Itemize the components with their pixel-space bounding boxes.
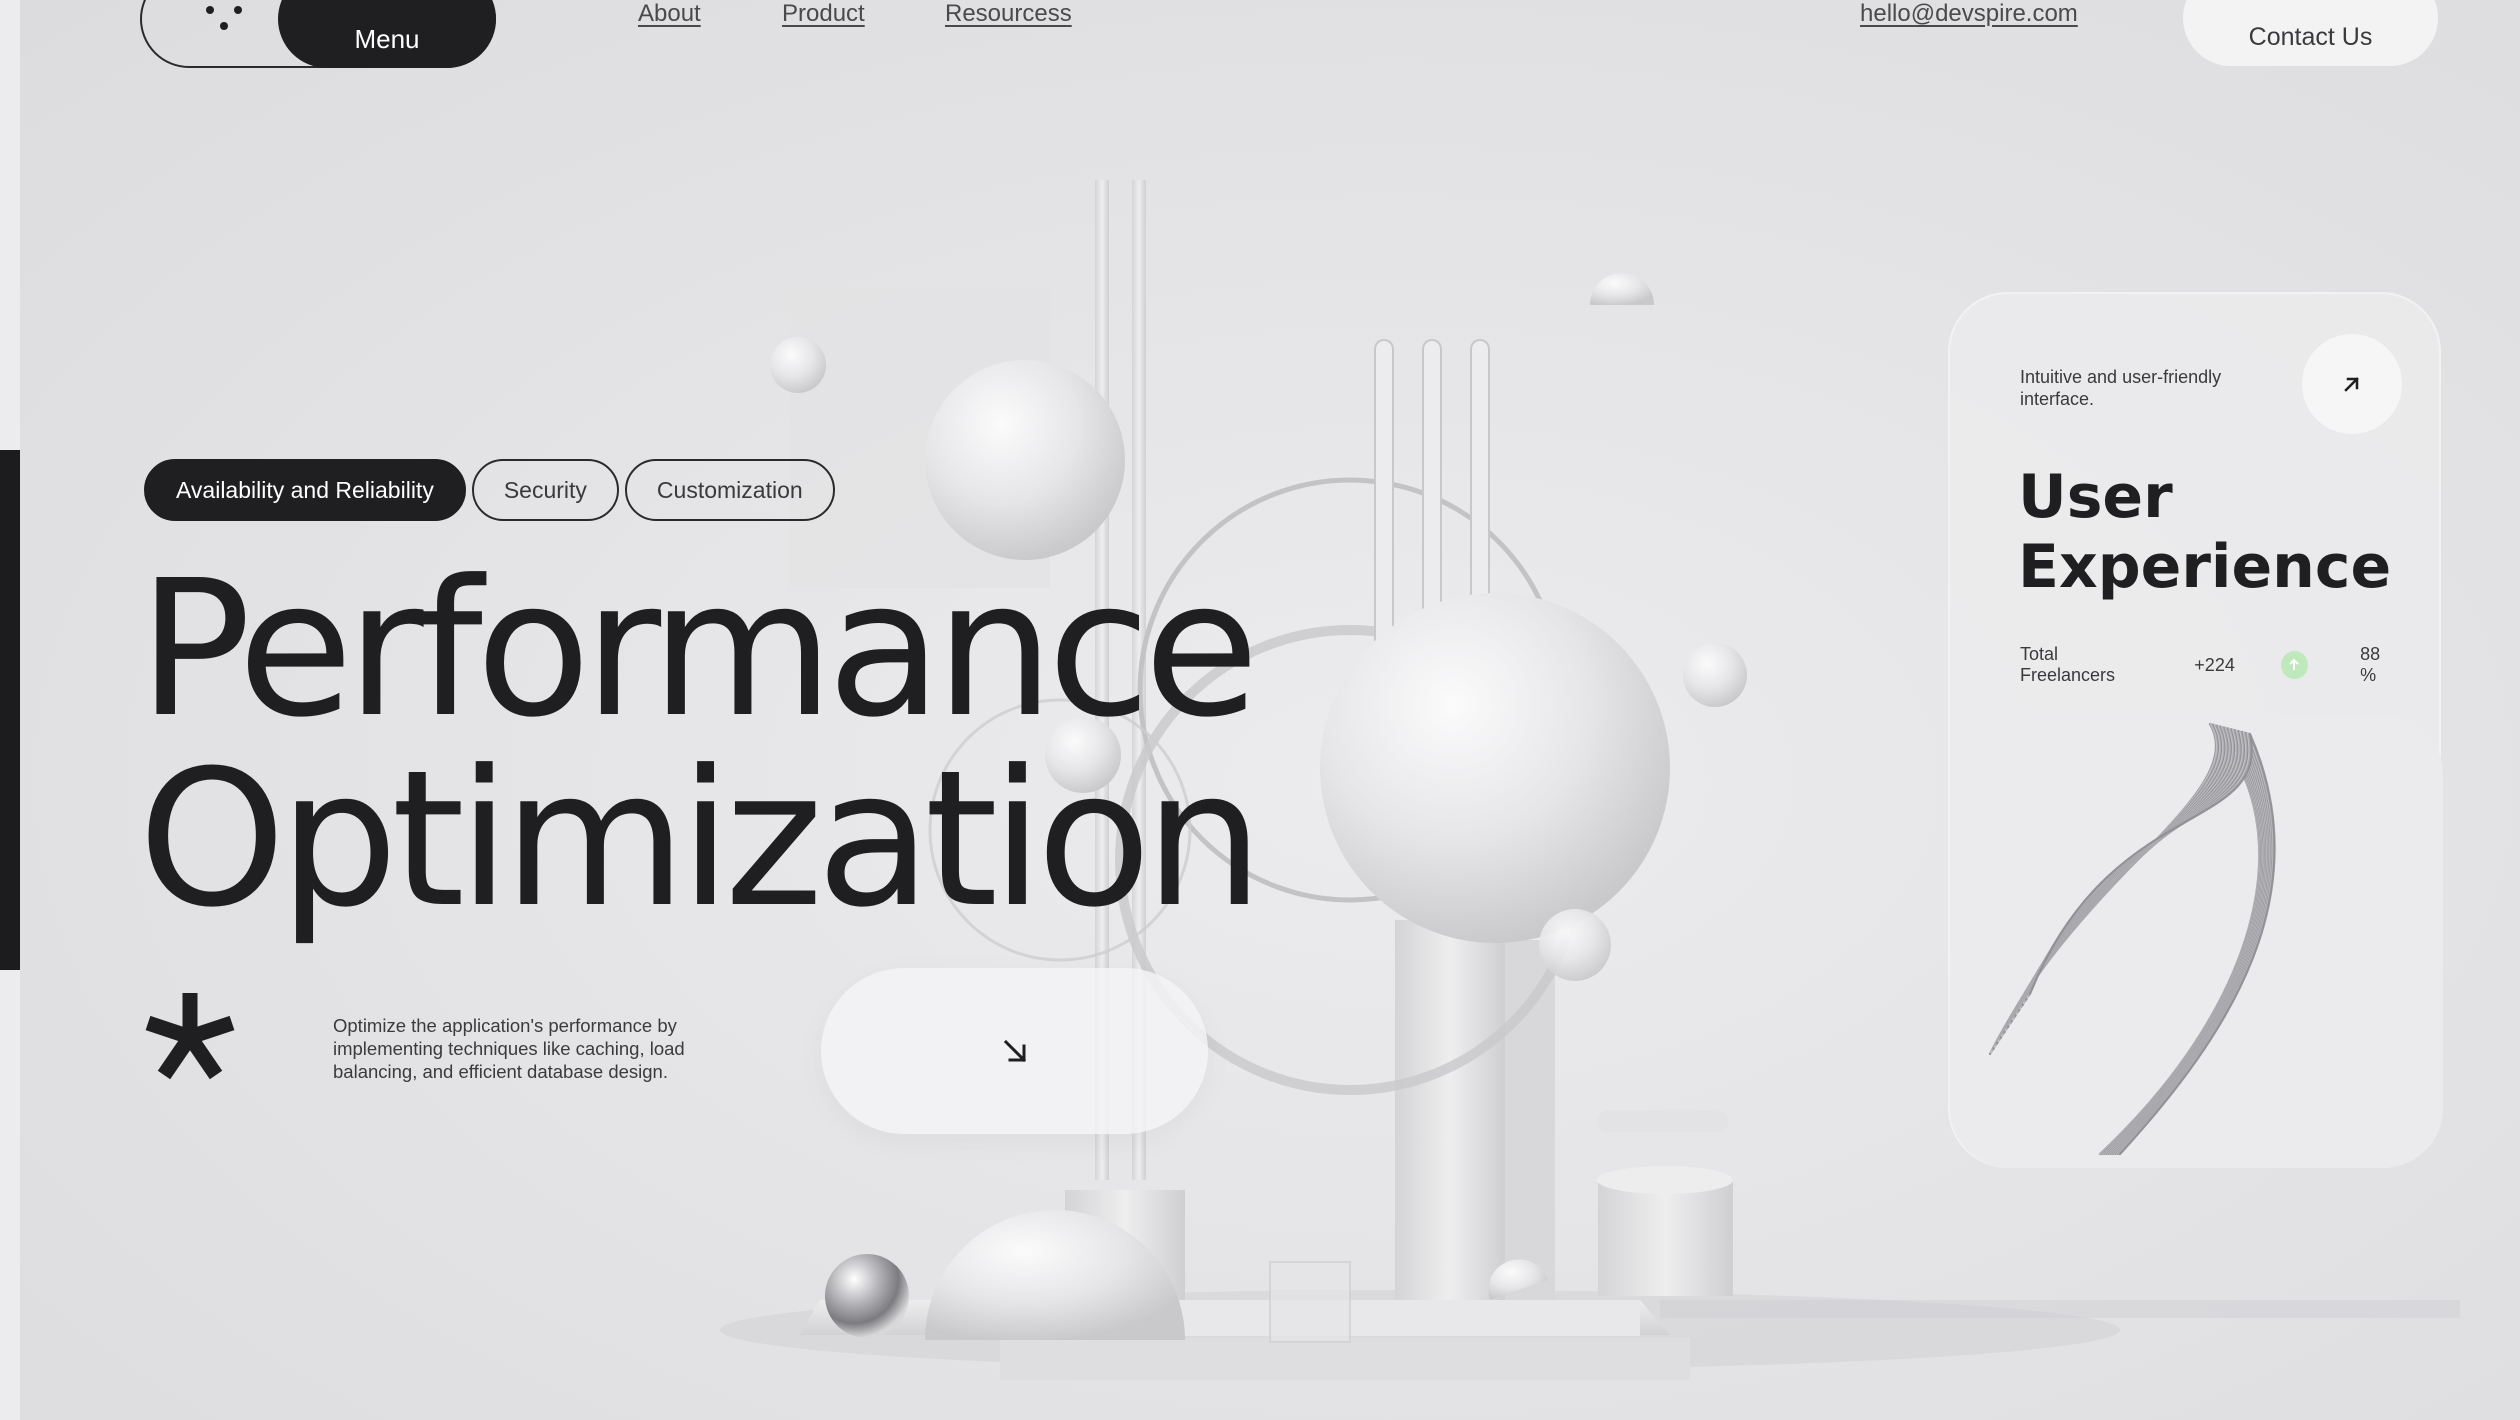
- sphere-glass-small: [1539, 909, 1611, 981]
- ribbon-wire: [2027, 732, 2276, 1156]
- dots-logo-icon: [202, 0, 246, 40]
- left-edge-panel-bottom: [0, 970, 20, 1420]
- ribbon-wire: [2028, 732, 2276, 1156]
- hero-action-button[interactable]: [821, 968, 1208, 1134]
- menu-button[interactable]: Menu: [278, 0, 496, 68]
- column-main: [1395, 920, 1505, 1300]
- card-title: User Experience: [2018, 462, 2392, 602]
- card-subtitle: Intuitive and user-friendly interface.: [2020, 367, 2222, 409]
- card-open-button[interactable]: [2302, 334, 2402, 434]
- hero-description: Optimize the application's performance b…: [333, 1015, 685, 1082]
- chrome-ball: [825, 1254, 909, 1338]
- half-sphere-floating: [1590, 273, 1654, 305]
- hero-title-line-2: Optimization: [138, 730, 1264, 949]
- stat-percent: 88 %: [2360, 644, 2381, 685]
- ribbon-wire: [2026, 732, 2275, 1156]
- sphere-main: [1320, 593, 1670, 943]
- arrow-up-icon: [2280, 651, 2309, 679]
- sphere-top: [925, 360, 1125, 560]
- feature-tags: Availability and Reliability Security Cu…: [144, 459, 835, 521]
- long-shadow: [1660, 1300, 2460, 1318]
- hero-title: Performance Optimization: [138, 540, 1264, 949]
- base-step: [1000, 1338, 1690, 1380]
- left-window-edge: [0, 0, 20, 1420]
- hero-title-line-1: Performance: [138, 540, 1259, 759]
- tag-customization[interactable]: Customization: [624, 459, 835, 521]
- left-edge-panel-top: [0, 0, 20, 450]
- tag-security[interactable]: Security: [471, 459, 619, 521]
- arrow-down-right-icon: [1003, 1039, 1026, 1063]
- card-image: [1950, 714, 2443, 1168]
- card-stats: Total Freelancers +224 88 %: [2020, 644, 2400, 686]
- arrow-up-right-icon: [2344, 377, 2359, 392]
- sphere-right-small: [1683, 643, 1747, 707]
- nav-link-product[interactable]: Product: [782, 0, 865, 28]
- cylinder-right: [1598, 1178, 1733, 1296]
- stat-label: Total Freelancers: [2020, 644, 2116, 685]
- cylinder-right-top: [1597, 1166, 1733, 1194]
- stat-value: +224: [2194, 654, 2235, 675]
- tag-availability-reliability[interactable]: Availability and Reliability: [144, 459, 466, 521]
- asterisk-icon: [145, 993, 235, 1080]
- user-experience-card: Intuitive and user-friendly interface. U…: [1948, 292, 2443, 1168]
- contact-us-button[interactable]: Contact Us: [2183, 0, 2438, 66]
- column-side: [1505, 940, 1555, 1300]
- nav-link-about[interactable]: About: [638, 0, 701, 28]
- sphere-small-left: [770, 337, 826, 393]
- wire-ribbon-sculpture: [1988, 722, 2276, 1156]
- glass-cube: [1269, 1261, 1351, 1343]
- nav-link-resources[interactable]: Resourcess: [945, 0, 1072, 28]
- landing-page: Menu About Product Resourcess hello@devs…: [20, 0, 2520, 1420]
- email-link[interactable]: hello@devspire.com: [1860, 0, 2078, 28]
- floating-disc: [1598, 1110, 1728, 1132]
